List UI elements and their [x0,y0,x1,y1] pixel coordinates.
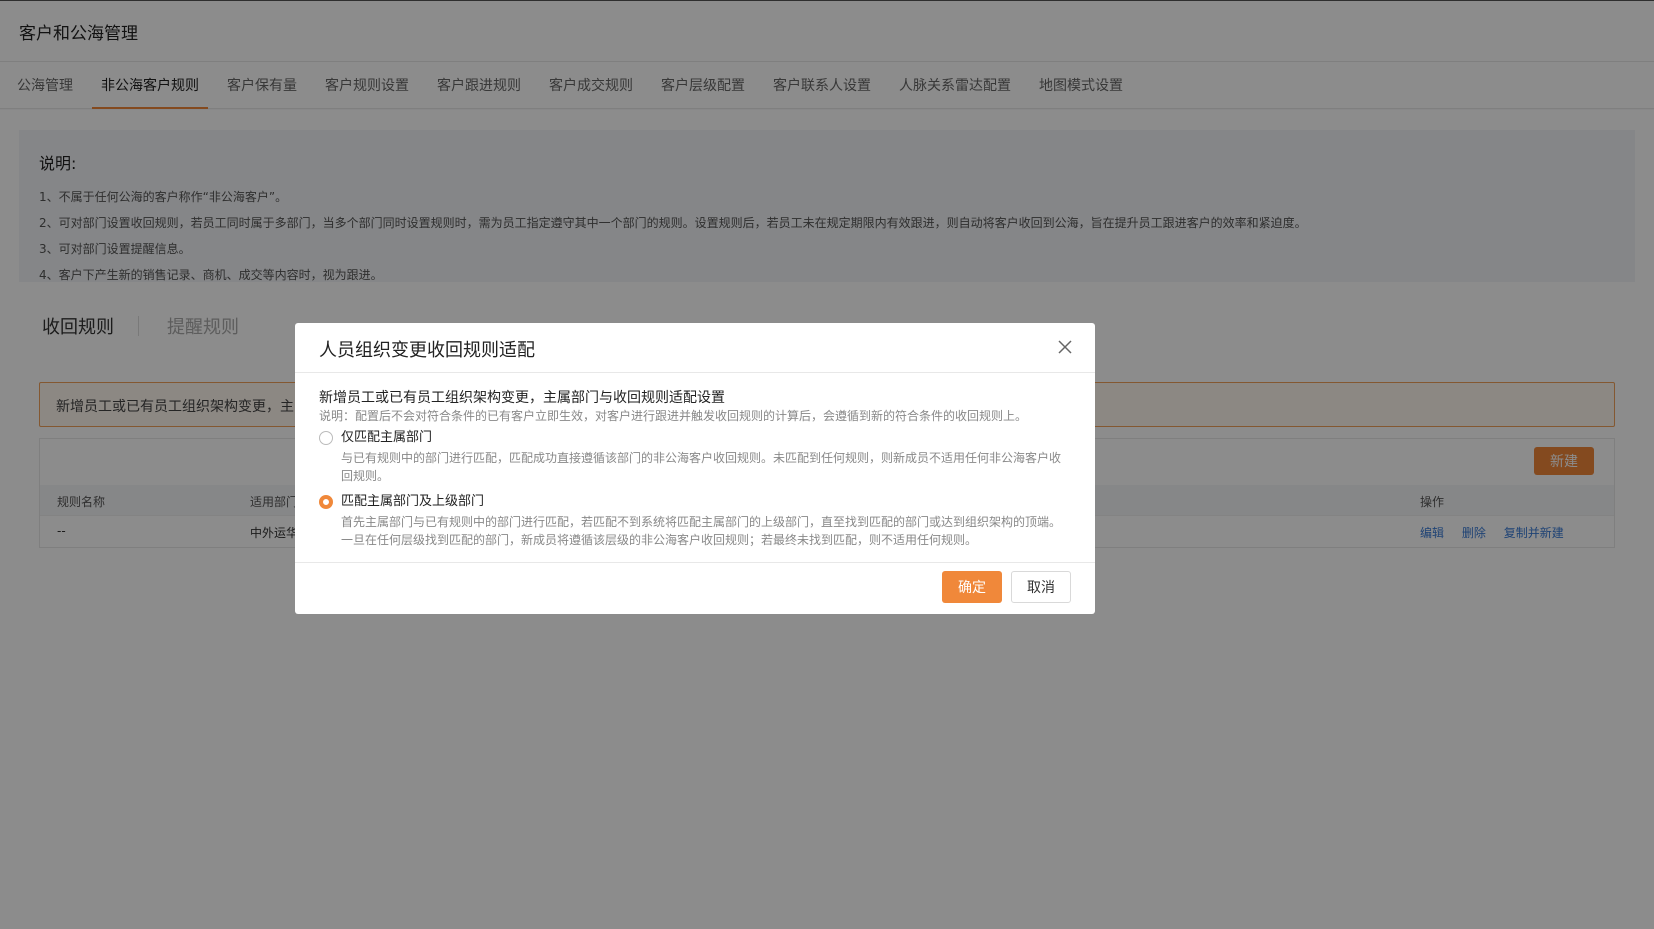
rule-adapt-dialog: 人员组织变更收回规则适配 新增员工或已有员工组织架构变更，主属部门与收回规则适配… [295,323,1095,614]
option-label: 匹配主属部门及上级部门 [341,494,485,509]
close-icon[interactable] [1055,337,1075,357]
radio-main-and-parent-dept[interactable] [319,495,333,509]
option-label: 仅匹配主属部门 [341,430,433,445]
option-main-dept-only[interactable]: 仅匹配主属部门 与已有规则中的部门进行匹配，匹配成功直接遵循该部门的非公海客户收… [319,427,1071,485]
dialog-body: 新增员工或已有员工组织架构变更，主属部门与收回规则适配设置 说明：配置后不会对符… [295,373,1095,563]
dialog-header: 人员组织变更收回规则适配 [295,323,1095,373]
dialog-footer: 确定 取消 [295,563,1095,613]
confirm-button[interactable]: 确定 [942,571,1002,603]
section-description: 说明：配置后不会对符合条件的已有客户立即生效，对客户进行跟进并触发收回规则的计算… [319,409,1028,423]
option-main-and-parent-dept[interactable]: 匹配主属部门及上级部门 首先主属部门与已有规则中的部门进行匹配，若匹配不到系统将… [319,491,1071,549]
dialog-title: 人员组织变更收回规则适配 [319,340,535,361]
option-description: 首先主属部门与已有规则中的部门进行匹配，若匹配不到系统将匹配主属部门的上级部门，… [341,515,1062,547]
section-title: 新增员工或已有员工组织架构变更，主属部门与收回规则适配设置 [319,390,725,406]
radio-main-dept-only[interactable] [319,431,333,445]
cancel-button[interactable]: 取消 [1011,571,1071,603]
option-description: 与已有规则中的部门进行匹配，匹配成功直接遵循该部门的非公海客户收回规则。未匹配到… [341,451,1062,483]
